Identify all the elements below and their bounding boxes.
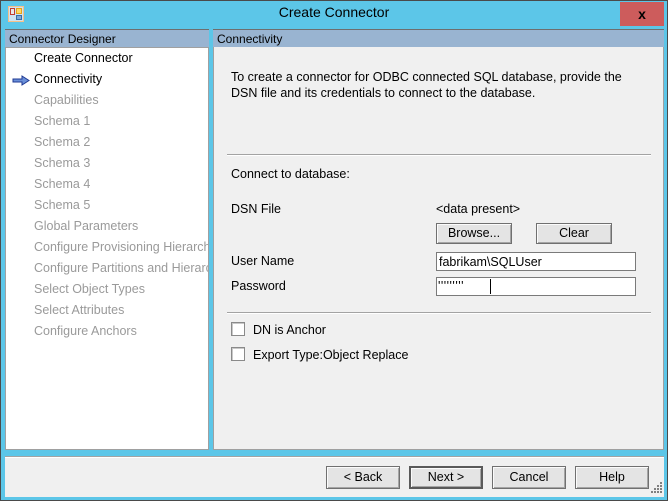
- sidebar-item-global-parameters: Global Parameters: [6, 216, 208, 237]
- sidebar-item-label: Schema 1: [34, 114, 91, 128]
- separator-top: [227, 154, 651, 156]
- user-name-input[interactable]: [436, 252, 636, 271]
- sidebar-item-label: Configure Partitions and Hierarchies: [34, 261, 208, 275]
- sidebar-item-create-connector[interactable]: Create Connector: [6, 48, 208, 69]
- sidebar-item-schema-5: Schema 5: [6, 195, 208, 216]
- resize-grip-icon[interactable]: [649, 480, 663, 494]
- sidebar-item-label: Configure Provisioning Hierarchy: [34, 240, 209, 254]
- connector-designer-nav: Create Connector Connectivity Capabilities…: [5, 47, 209, 450]
- sidebar-item-configure-partitions-and-hierarchies: Configure Partitions and Hierarchies: [6, 258, 208, 279]
- next-button[interactable]: Next >: [409, 466, 483, 489]
- dsn-file-label: DSN File: [231, 202, 282, 216]
- clear-button[interactable]: Clear: [536, 223, 612, 244]
- browse-button[interactable]: Browse...: [436, 223, 512, 244]
- sidebar-item-label: Configure Anchors: [34, 324, 137, 338]
- sidebar-item-configure-anchors: Configure Anchors: [6, 321, 208, 342]
- sidebar-item-schema-4: Schema 4: [6, 174, 208, 195]
- sidebar-item-label: Select Object Types: [34, 282, 145, 296]
- password-label: Password: [231, 279, 286, 293]
- connectivity-panel: To create a connector for ODBC connected…: [213, 47, 664, 450]
- sidebar-item-schema-1: Schema 1: [6, 111, 208, 132]
- panel-description: To create a connector for ODBC connected…: [231, 70, 622, 100]
- sidebar-item-select-attributes: Select Attributes: [6, 300, 208, 321]
- close-icon[interactable]: x: [620, 2, 664, 26]
- connect-to-database-label: Connect to database:: [231, 167, 350, 181]
- content-header: Connectivity: [213, 29, 664, 47]
- sidebar-item-select-object-types: Select Object Types: [6, 279, 208, 300]
- sidebar-header: Connector Designer: [5, 29, 209, 47]
- dn-is-anchor-label: DN is Anchor: [253, 323, 326, 337]
- sidebar-item-label: Schema 4: [34, 177, 91, 191]
- sidebar-item-connectivity[interactable]: Connectivity: [6, 69, 208, 90]
- sidebar-item-label: Schema 5: [34, 198, 91, 212]
- separator-bottom: [227, 312, 651, 314]
- sidebar-item-schema-2: Schema 2: [6, 132, 208, 153]
- sidebar-item-label: Global Parameters: [34, 219, 139, 233]
- create-connector-dialog: Create Connector x Connector Designer Co…: [0, 0, 668, 501]
- cancel-button[interactable]: Cancel: [492, 466, 566, 489]
- sidebar-item-label: Connectivity: [34, 72, 103, 86]
- password-caret: [490, 279, 491, 294]
- sidebar-item-label: Schema 2: [34, 135, 91, 149]
- window-title: Create Connector: [278, 4, 390, 20]
- password-mask-text: ''''''''': [438, 279, 464, 293]
- sidebar-item-capabilities: Capabilities: [6, 90, 208, 111]
- dn-is-anchor-checkbox[interactable]: [231, 322, 245, 336]
- sidebar-item-label: Select Attributes: [34, 303, 125, 317]
- dsn-file-value: <data present>: [436, 202, 521, 216]
- title-bar: Create Connector x: [1, 1, 667, 27]
- arrow-right-icon: [12, 73, 30, 86]
- sidebar-item-configure-provisioning-hierarchy: Configure Provisioning Hierarchy: [6, 237, 208, 258]
- export-type-object-replace-row[interactable]: Export Type:Object Replace: [231, 347, 408, 363]
- sidebar-item-label: Create Connector: [34, 51, 133, 65]
- sidebar-item-label: Capabilities: [34, 93, 99, 107]
- sidebar-item-schema-3: Schema 3: [6, 153, 208, 174]
- user-name-label: User Name: [231, 254, 295, 268]
- export-type-object-replace-checkbox[interactable]: [231, 347, 245, 361]
- help-button[interactable]: Help: [575, 466, 649, 489]
- export-type-object-replace-label: Export Type:Object Replace: [253, 348, 409, 362]
- sidebar-item-label: Schema 3: [34, 156, 91, 170]
- dn-is-anchor-row[interactable]: DN is Anchor: [231, 322, 326, 338]
- password-input[interactable]: [436, 277, 636, 296]
- back-button[interactable]: < Back: [326, 466, 400, 489]
